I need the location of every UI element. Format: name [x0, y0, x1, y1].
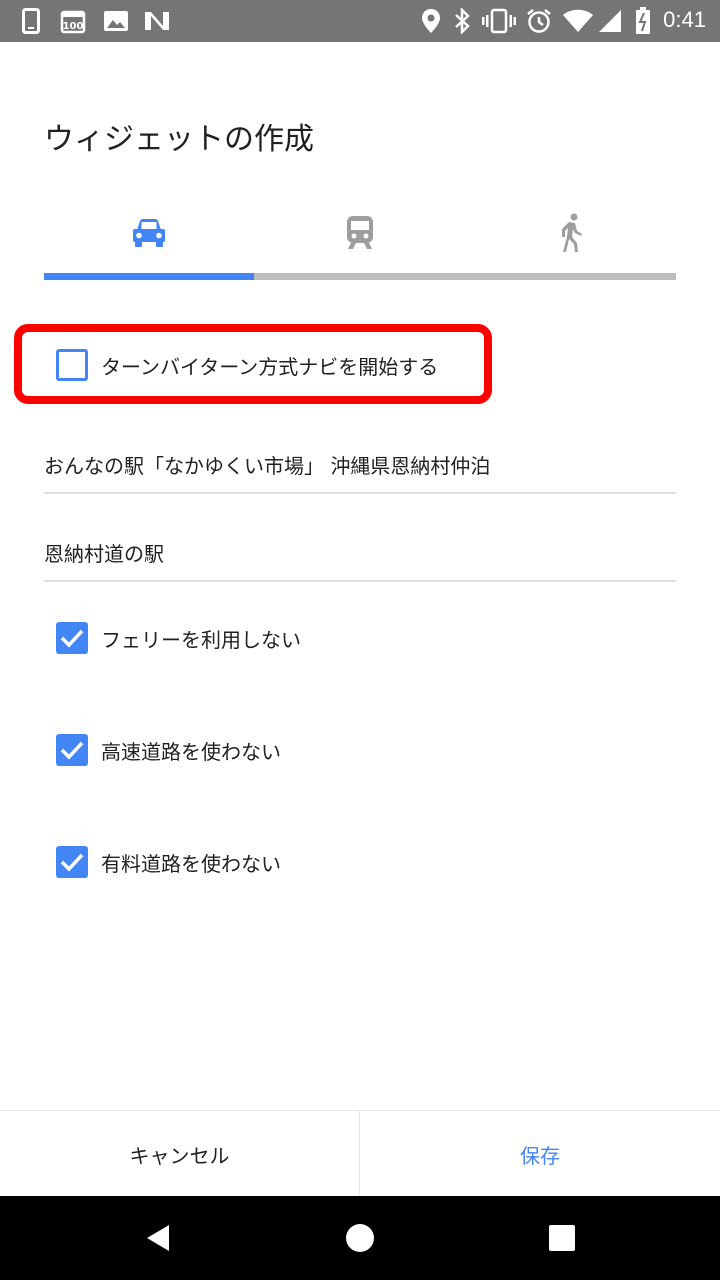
- home-icon[interactable]: [340, 1218, 380, 1258]
- tab-walk[interactable]: [466, 200, 676, 270]
- save-button[interactable]: 保存: [360, 1111, 720, 1197]
- back-icon[interactable]: [138, 1218, 178, 1258]
- checkmark-icon: [60, 741, 84, 760]
- image-icon: [103, 8, 129, 34]
- status-bar: 100 0:41: [0, 0, 720, 42]
- clock-time: 0:41: [663, 7, 706, 32]
- travel-mode-tabs: [44, 200, 676, 280]
- navigation-bar: [0, 1196, 720, 1280]
- battery-icon: [634, 7, 652, 34]
- avoid-ferries-checkbox[interactable]: [56, 622, 88, 654]
- avoid-ferries-label: フェリーを利用しない: [101, 627, 301, 652]
- tab-indicator: [44, 273, 254, 280]
- destination-text: おんなの駅「なかゆくい市場」 沖縄県恩納村仲泊: [44, 454, 491, 478]
- recents-icon[interactable]: [542, 1218, 582, 1258]
- location-icon: [420, 8, 442, 34]
- signal-icon: [597, 8, 623, 34]
- turn-by-turn-option[interactable]: ターンバイターン方式ナビを開始する: [56, 347, 438, 383]
- avoid-tolls-checkbox[interactable]: [56, 846, 88, 878]
- widget-name-text: 恩納村道の駅: [44, 542, 164, 566]
- avoid-tolls-option[interactable]: 有料道路を使わない: [56, 844, 281, 880]
- cancel-button[interactable]: キャンセル: [0, 1111, 360, 1197]
- train-icon: [344, 215, 376, 255]
- avoid-highways-checkbox[interactable]: [56, 734, 88, 766]
- dialog-title: ウィジェットの作成: [44, 122, 314, 157]
- dialog-button-bar: キャンセル 保存: [0, 1110, 720, 1197]
- alarm-icon: [526, 8, 552, 34]
- turn-by-turn-label: ターンバイターン方式ナビを開始する: [101, 354, 439, 379]
- checkmark-icon: [60, 629, 84, 648]
- walk-icon: [557, 213, 585, 257]
- bluetooth-icon: [452, 8, 472, 34]
- n-logo-icon: [143, 8, 171, 34]
- svg-text:100: 100: [63, 21, 84, 32]
- avoid-highways-option[interactable]: 高速道路を使わない: [56, 732, 281, 768]
- wifi-icon: [562, 8, 594, 34]
- checkmark-icon: [60, 853, 84, 872]
- tab-transit[interactable]: [255, 200, 465, 270]
- widget-name-field[interactable]: 恩納村道の駅: [44, 528, 676, 582]
- phone-icon: [20, 8, 42, 34]
- avoid-ferries-option[interactable]: フェリーを利用しない: [56, 620, 301, 656]
- destination-field[interactable]: おんなの駅「なかゆくい市場」 沖縄県恩納村仲泊: [44, 440, 676, 494]
- turn-by-turn-checkbox[interactable]: [56, 349, 88, 381]
- car-icon: [131, 217, 167, 253]
- calendar-100-icon: 100: [60, 8, 86, 34]
- tab-car[interactable]: [44, 200, 254, 270]
- avoid-highways-label: 高速道路を使わない: [101, 739, 281, 764]
- avoid-tolls-label: 有料道路を使わない: [101, 851, 281, 876]
- vibrate-icon: [482, 8, 516, 34]
